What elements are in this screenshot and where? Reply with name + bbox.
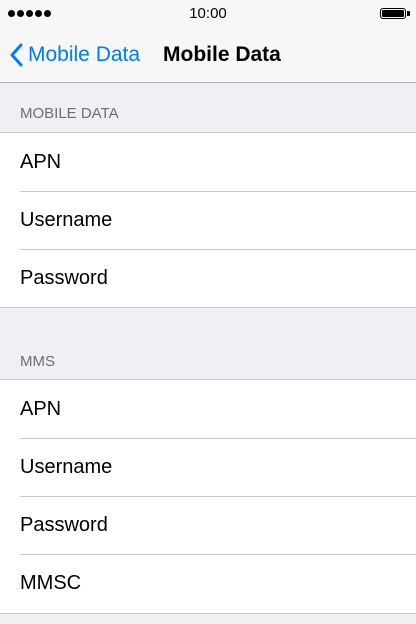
navigation-bar: Mobile Data Mobile Data bbox=[0, 28, 416, 83]
status-bar: 10:00 bbox=[0, 0, 416, 28]
mobile-data-group: APN Username Password bbox=[0, 132, 416, 308]
mobile-data-apn-row[interactable]: APN bbox=[0, 133, 416, 191]
page-title: Mobile Data bbox=[163, 43, 281, 66]
section-header-mms: MMS bbox=[20, 353, 55, 370]
mobile-data-password-row[interactable]: Password bbox=[0, 249, 416, 307]
mms-group: APN Username Password MMSC bbox=[0, 379, 416, 614]
battery-cap bbox=[407, 11, 410, 16]
status-time: 10:00 bbox=[189, 5, 227, 22]
back-button[interactable]: Mobile Data bbox=[9, 40, 140, 70]
mms-password-row[interactable]: Password bbox=[0, 496, 416, 554]
section-header-mobile-data: MOBILE DATA bbox=[20, 105, 119, 122]
battery-icon bbox=[380, 8, 406, 19]
chevron-left-icon bbox=[10, 43, 23, 67]
mobile-data-username-row[interactable]: Username bbox=[0, 191, 416, 249]
battery-level bbox=[382, 10, 404, 17]
mms-username-row[interactable]: Username bbox=[0, 438, 416, 496]
mmsc-row[interactable]: MMSC bbox=[0, 554, 416, 612]
mms-apn-row[interactable]: APN bbox=[0, 380, 416, 438]
back-button-label: Mobile Data bbox=[28, 43, 141, 66]
